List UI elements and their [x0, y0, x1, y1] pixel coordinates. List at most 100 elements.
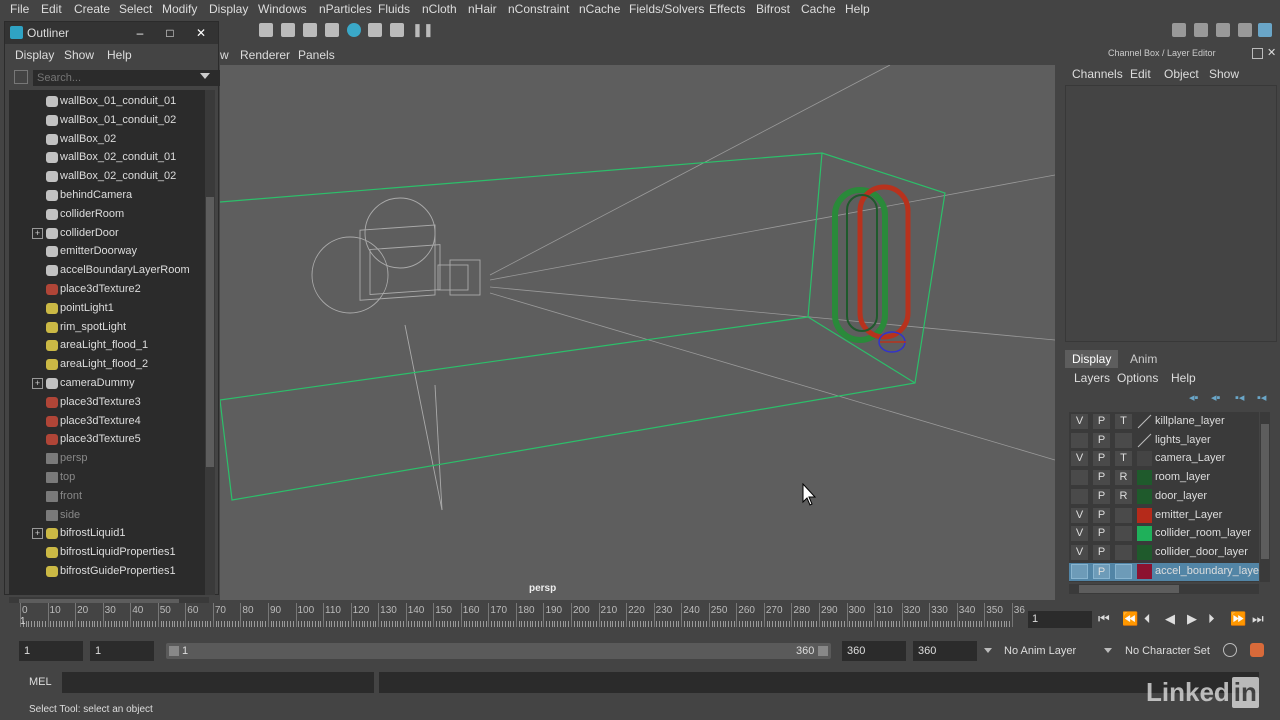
outliner-item[interactable]: bifrostGuideProperties1 — [9, 562, 205, 581]
scrollbar-thumb[interactable] — [1261, 424, 1269, 559]
outliner-item[interactable]: areaLight_flood_1 — [9, 336, 205, 355]
layer-row[interactable]: V P Tkillplane_layer — [1069, 413, 1259, 431]
playback-end-field[interactable]: 360 — [842, 641, 906, 661]
menu-display[interactable]: Display — [209, 2, 248, 16]
float-panel-icon[interactable] — [1252, 48, 1263, 59]
layer-row[interactable]: Plights_layer — [1069, 432, 1259, 450]
step-forward-key-icon[interactable]: ⏩ — [1230, 611, 1246, 627]
ipr-render-icon[interactable] — [303, 23, 317, 37]
outliner-item[interactable]: + bifrostLiquid1 — [9, 524, 205, 543]
outliner-item[interactable]: persp — [9, 449, 205, 468]
modeling-toolkit-icon[interactable] — [1172, 23, 1186, 37]
menu-cache[interactable]: Cache — [801, 2, 836, 16]
hypershade-icon[interactable] — [347, 23, 361, 37]
viewport-menu-show[interactable]: w — [220, 48, 229, 62]
perspective-viewport[interactable] — [219, 64, 1056, 600]
display-type-toggle[interactable]: R — [1115, 470, 1132, 486]
expand-icon[interactable]: + — [32, 227, 43, 239]
outliner-search-input[interactable] — [33, 70, 221, 86]
outliner-item[interactable]: wallBox_02_conduit_01 — [9, 148, 205, 167]
menu-create[interactable]: Create — [74, 2, 110, 16]
menu-help[interactable]: Help — [845, 2, 870, 16]
layer-color-swatch[interactable] — [1137, 451, 1152, 467]
viewport-menu-panels[interactable]: Panels — [298, 48, 335, 62]
layer-row[interactable]: V P Tcamera_Layer — [1069, 450, 1259, 468]
outliner-item[interactable]: wallBox_01_conduit_02 — [9, 111, 205, 130]
playback-toggle[interactable]: P — [1093, 488, 1110, 504]
outliner-item[interactable]: place3dTexture4 — [9, 412, 205, 431]
menu-ncloth[interactable]: nCloth — [422, 2, 457, 16]
scrollbar-thumb[interactable] — [1079, 585, 1179, 593]
playback-toggle[interactable]: P — [1093, 544, 1110, 560]
range-end-handle[interactable] — [818, 646, 828, 656]
outliner-item[interactable]: + colliderDoor — [9, 224, 205, 243]
step-forward-frame-icon[interactable]: ⏵ — [1208, 611, 1215, 627]
go-to-start-icon[interactable]: ⏮ — [1098, 611, 1110, 627]
outliner-item[interactable]: accelBoundaryLayerRoom — [9, 261, 205, 280]
outliner-item[interactable]: wallBox_02 — [9, 130, 205, 149]
playback-toggle[interactable]: P — [1093, 451, 1110, 467]
outliner-item[interactable]: place3dTexture2 — [9, 280, 205, 299]
mel-command-input[interactable] — [62, 672, 374, 693]
channel-box-toggle-icon[interactable] — [1238, 23, 1252, 37]
render-sequence-icon[interactable] — [281, 23, 295, 37]
maximize-button[interactable]: □ — [160, 25, 180, 41]
mel-label[interactable]: MEL — [29, 676, 52, 688]
anim-layer-select[interactable]: No Anim Layer — [1004, 645, 1076, 657]
menu-ncache[interactable]: nCache — [579, 2, 620, 16]
layereditor-horizontal-scrollbar[interactable] — [1069, 584, 1259, 594]
menu-file[interactable]: File — [10, 2, 29, 16]
playback-toggle[interactable]: P — [1093, 507, 1110, 523]
animation-preferences-icon[interactable] — [1250, 643, 1264, 657]
layer-color-swatch[interactable] — [1137, 414, 1152, 429]
range-slider[interactable]: 1 360 — [166, 643, 831, 659]
outliner-item[interactable]: pointLight1 — [9, 299, 205, 318]
channelbox-menu-edit[interactable]: Edit — [1130, 67, 1151, 81]
display-type-toggle[interactable]: T — [1115, 414, 1132, 429]
outliner-item[interactable]: front — [9, 487, 205, 506]
visibility-toggle[interactable]: V — [1071, 544, 1088, 560]
menu-effects[interactable]: Effects — [709, 2, 745, 16]
expand-icon[interactable]: + — [32, 528, 43, 540]
outliner-item[interactable]: colliderRoom — [9, 205, 205, 224]
pause-icon[interactable]: ❚❚ — [412, 23, 434, 37]
layer-row[interactable]: V Pcollider_door_layer — [1069, 544, 1259, 562]
visibility-toggle[interactable] — [1071, 432, 1088, 448]
tab-display[interactable]: Display — [1065, 350, 1119, 368]
outliner-vertical-scrollbar[interactable] — [205, 90, 215, 595]
expand-icon[interactable]: + — [32, 378, 43, 389]
display-type-toggle[interactable] — [1115, 432, 1132, 448]
layer-row[interactable]: P Rroom_layer — [1069, 469, 1259, 487]
menu-bifrost[interactable]: Bifrost — [756, 2, 790, 16]
layer-row[interactable]: V Pcollider_room_layer — [1069, 525, 1259, 543]
outliner-item[interactable]: wallBox_02_conduit_02 — [9, 167, 205, 186]
outliner-item[interactable]: emitterDoorway — [9, 242, 205, 261]
go-to-end-icon[interactable]: ⏭ — [1252, 611, 1264, 627]
visibility-toggle[interactable]: V — [1071, 507, 1088, 523]
menu-nhair[interactable]: nHair — [468, 2, 497, 16]
menu-windows[interactable]: Windows — [258, 2, 307, 16]
tab-anim[interactable]: Anim — [1123, 350, 1164, 368]
outliner-item[interactable]: rim_spotLight — [9, 318, 205, 337]
layer-editor-toggle-icon[interactable] — [1258, 23, 1272, 37]
outliner-item[interactable]: bifrostLiquidProperties1 — [9, 543, 205, 562]
auto-key-icon[interactable] — [1223, 643, 1237, 657]
layereditor-menu-options[interactable]: Options — [1117, 371, 1158, 385]
display-type-toggle[interactable] — [1115, 544, 1132, 560]
display-type-toggle[interactable] — [1115, 526, 1132, 542]
visibility-toggle[interactable] — [1071, 488, 1088, 504]
playback-toggle[interactable]: P — [1093, 470, 1110, 486]
display-type-toggle[interactable] — [1115, 507, 1132, 523]
layer-color-swatch[interactable] — [1137, 488, 1152, 504]
range-start-handle[interactable] — [169, 646, 179, 656]
new-layer-icon[interactable]: ▪◂ — [1235, 391, 1244, 404]
snapshot-icon[interactable] — [390, 23, 404, 37]
visibility-toggle[interactable] — [1071, 470, 1088, 486]
close-button[interactable]: ✕ — [191, 25, 211, 41]
outliner-item[interactable]: place3dTexture3 — [9, 393, 205, 412]
render-settings-icon[interactable] — [325, 23, 339, 37]
layer-color-swatch[interactable] — [1137, 507, 1152, 523]
channelbox-menu-show[interactable]: Show — [1209, 67, 1239, 81]
play-forwards-icon[interactable]: ▶ — [1187, 611, 1197, 627]
step-back-frame-icon[interactable]: ⏴ — [1144, 611, 1151, 627]
